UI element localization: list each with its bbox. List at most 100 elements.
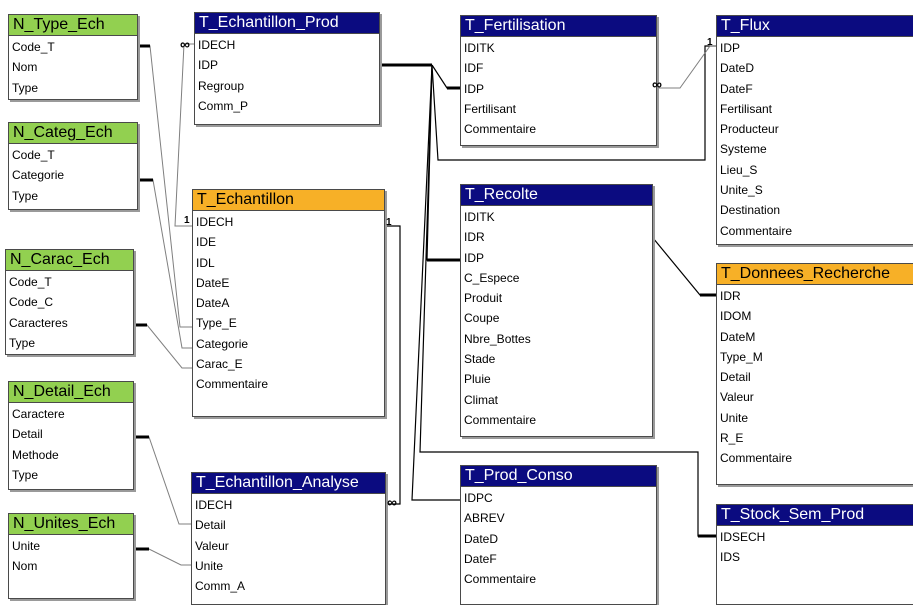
field: Produit [464, 291, 503, 306]
link-idp-recolte [426, 64, 460, 261]
field: IDL [196, 255, 215, 270]
field: IDR [464, 230, 485, 245]
field: Type_M [720, 349, 763, 364]
field: Code_T [9, 275, 52, 289]
cardinality-one-ech: 1 [184, 215, 190, 226]
field: Commentaire [720, 223, 793, 238]
field: Detail [720, 370, 751, 385]
field: Pluie [464, 372, 491, 387]
cardinality-one-ech-right: 1 [386, 217, 392, 228]
cardinality-many-prod: ∞ [180, 36, 190, 52]
field: DateF [720, 81, 753, 96]
table-t-echantillon-analyse[interactable]: T_Echantillon_Analyse IDECH Detail Valeu… [191, 472, 386, 605]
table-t-stock-sem-prod[interactable]: T_Stock_Sem_Prod IDSECH IDS [716, 504, 913, 605]
table-title: T_Echantillon_Prod [195, 13, 379, 34]
table-title: T_Recolte [461, 185, 652, 206]
field: Coupe [464, 311, 500, 326]
table-t-echantillon-prod[interactable]: T_Echantillon_Prod IDECH IDP Regroup Com… [194, 12, 380, 125]
field: Commentaire [464, 572, 537, 587]
table-t-fertilisation[interactable]: T_Fertilisation IDITK IDF IDP Fertilisan… [460, 15, 657, 146]
table-n-categ-ech[interactable]: N_Categ_Ech Code_T Categorie Type [8, 122, 138, 210]
field: Lieu_S [720, 162, 758, 177]
table-t-echantillon[interactable]: T_Echantillon IDECH IDE IDL DateE DateA … [192, 189, 385, 417]
table-title: T_Echantillon_Analyse [192, 473, 385, 494]
field: Detail [12, 427, 43, 442]
field: Valeur [720, 390, 754, 405]
field: R_E [720, 431, 744, 446]
table-title: T_Donnees_Recherche [717, 264, 913, 285]
table-t-prod-conso[interactable]: T_Prod_Conso IDPC ABREV DateD DateF Comm… [460, 465, 657, 605]
link-detail [134, 436, 193, 525]
table-title: N_Type_Ech [9, 15, 137, 36]
table-title: T_Echantillon [193, 190, 384, 211]
field: C_Espece [464, 270, 520, 285]
field: Comm_P [198, 98, 249, 113]
link-unites [134, 548, 193, 566]
field: Commentaire [464, 412, 537, 427]
field: Valeur [195, 538, 229, 553]
table-title: T_Fertilisation [461, 16, 656, 37]
field: IDP [198, 58, 219, 73]
field: Nbre_Bottes [464, 331, 531, 346]
table-t-recolte[interactable]: T_Recolte IDITK IDR IDP C_Espece Produit… [460, 184, 653, 437]
field: Nom [12, 60, 38, 75]
table-title: N_Carac_Ech [6, 250, 133, 271]
field: Stade [464, 352, 496, 367]
field: Type [12, 80, 39, 95]
field: IDP [720, 41, 741, 55]
field: IDR [720, 289, 741, 303]
field: IDPC [464, 491, 493, 505]
table-title: T_Prod_Conso [461, 466, 656, 487]
field: Code_T [12, 40, 55, 54]
field: Carac_E [196, 357, 243, 372]
field: Fertilisant [464, 101, 517, 116]
field: Climat [464, 392, 499, 407]
table-title: N_Detail_Ech [9, 382, 133, 403]
field: DateA [196, 296, 230, 311]
field: ABREV [464, 511, 505, 526]
table-n-unites-ech[interactable]: N_Unites_Ech Unite Nom [8, 513, 134, 599]
cardinality-many-fert: ∞ [652, 76, 662, 92]
field: Type [12, 188, 39, 203]
field: DateE [196, 275, 230, 290]
field: DateD [720, 61, 755, 76]
field: DateF [464, 551, 497, 566]
table-title: T_Flux [717, 16, 913, 37]
field: Fertilisant [720, 101, 773, 116]
field: Producteur [720, 122, 779, 137]
field: IDECH [196, 215, 234, 229]
field: Regroup [198, 78, 245, 93]
cardinality-many-analyse: ∞ [387, 494, 397, 510]
field: Unite_S [720, 183, 763, 198]
field: Unite [720, 410, 749, 425]
table-n-type-ech[interactable]: N_Type_Ech Code_T Nom Type [8, 14, 138, 100]
field: IDOM [720, 309, 752, 324]
table-t-flux[interactable]: T_Flux IDP DateD DateF Fertilisant Produ… [716, 15, 913, 245]
link-carac [134, 324, 195, 369]
field: Type [9, 335, 36, 350]
field: IDS [720, 550, 741, 565]
field: Commentaire [196, 377, 269, 392]
field: IDP [464, 81, 485, 96]
field: IDITK [464, 41, 495, 55]
field: Categorie [196, 336, 249, 351]
link-ech-analyse [385, 225, 401, 505]
table-title: N_Categ_Ech [9, 123, 137, 144]
field: Commentaire [720, 451, 793, 466]
field: Destination [720, 203, 781, 218]
table-n-carac-ech[interactable]: N_Carac_Ech Code_T Code_C Caracteres Typ… [5, 249, 134, 355]
field: Unite [12, 539, 41, 553]
field: IDE [196, 235, 217, 250]
field: IDITK [464, 210, 495, 224]
field: DateD [464, 531, 499, 546]
field: IDF [464, 61, 484, 76]
link-recolte-donnees [652, 237, 719, 296]
field: IDP [464, 250, 485, 265]
cardinality-one-flux: 1 [707, 37, 713, 48]
field: IDECH [198, 38, 236, 52]
table-n-detail-ech[interactable]: N_Detail_Ech Caractere Detail Methode Ty… [8, 381, 134, 490]
field: Commentaire [464, 122, 537, 137]
field: Methode [12, 447, 59, 462]
table-t-donnees-recherche[interactable]: T_Donnees_Recherche IDR IDOM DateM Type_… [716, 263, 913, 485]
field: Code_T [12, 148, 55, 162]
